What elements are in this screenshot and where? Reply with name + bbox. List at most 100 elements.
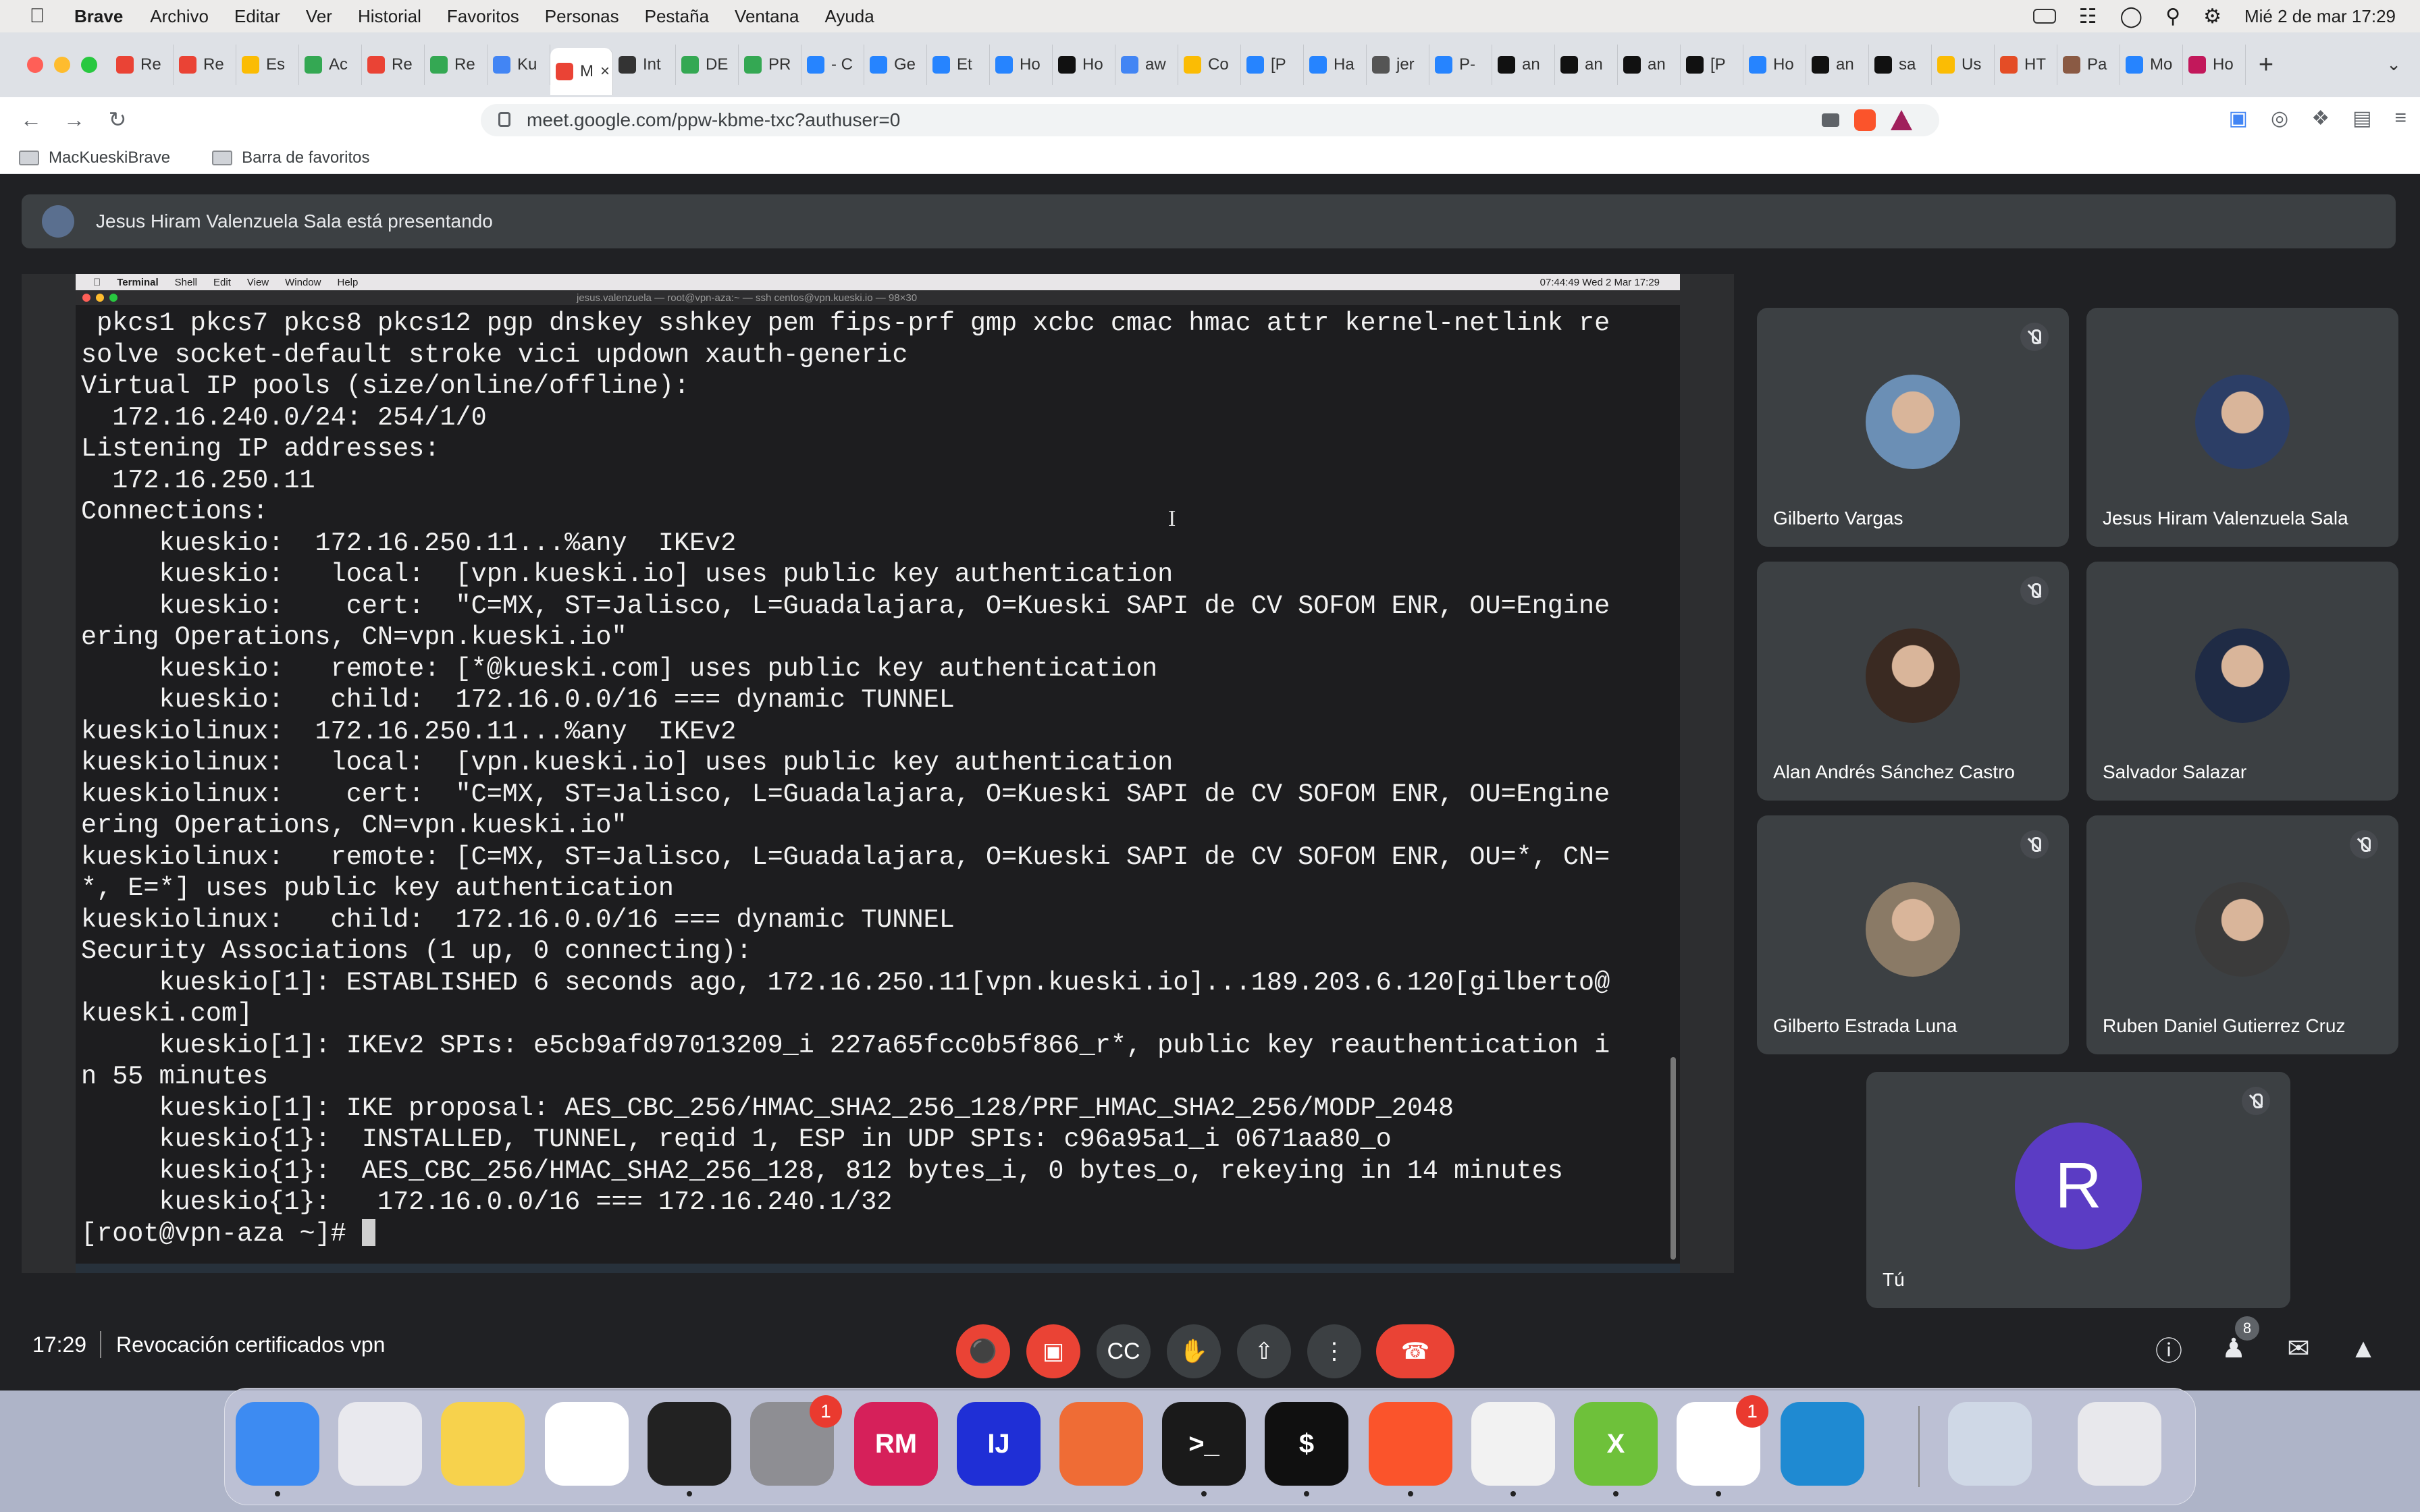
raise-hand-button[interactable]: ✋: [1167, 1324, 1221, 1378]
user-icon[interactable]: ◯: [2120, 5, 2143, 28]
browser-tab[interactable]: an: [1555, 45, 1618, 85]
browser-tab[interactable]: Ho: [1743, 45, 1806, 85]
tab-search-icon[interactable]: ⌄: [2386, 54, 2401, 75]
browser-tab[interactable]: P-: [1429, 45, 1492, 85]
translate-icon[interactable]: ▣: [2229, 107, 2248, 130]
browser-tab[interactable]: Int: [613, 45, 676, 85]
dock-app-preview-icon[interactable]: [1948, 1402, 2032, 1486]
captions-button[interactable]: CC: [1097, 1324, 1151, 1378]
browser-tab[interactable]: an: [1492, 45, 1555, 85]
menu-item[interactable]: Historial: [358, 6, 421, 26]
meeting-details-icon[interactable]: ⓘ: [2153, 1332, 2185, 1366]
browser-tab[interactable]: Re: [111, 45, 174, 85]
dock-app-launchpad-icon[interactable]: [338, 1402, 422, 1486]
menu-item[interactable]: Editar: [234, 6, 280, 26]
close-window-button[interactable]: [27, 57, 43, 73]
more-options-button[interactable]: ⋮: [1307, 1324, 1361, 1378]
browser-tab[interactable]: Ho: [990, 45, 1053, 85]
dock-app-postman-icon[interactable]: [1059, 1402, 1143, 1486]
participant-tile[interactable]: Gilberto Vargas: [1757, 308, 2069, 547]
lock-icon[interactable]: [498, 112, 510, 127]
close-tab-icon[interactable]: ×: [600, 62, 610, 81]
terminal-prompt-line[interactable]: [root@vpn-aza ~]#: [81, 1218, 1675, 1250]
control-center-icon[interactable]: ⚙: [2203, 5, 2221, 28]
participant-tile[interactable]: Alan Andrés Sánchez Castro: [1757, 562, 2069, 801]
dock-app-reminders-icon[interactable]: [545, 1402, 629, 1486]
browser-tab[interactable]: [P: [1241, 45, 1304, 85]
browser-tab[interactable]: Re: [362, 45, 425, 85]
browser-tab[interactable]: Ge: [864, 45, 927, 85]
apple-menu-icon[interactable]: : [0, 5, 74, 28]
browser-tab[interactable]: an: [1806, 45, 1869, 85]
app-name-menu[interactable]: Brave: [74, 6, 123, 27]
participant-tile[interactable]: Gilberto Estrada Luna: [1757, 815, 2069, 1054]
browser-tab[interactable]: Pa: [2057, 45, 2120, 85]
battery-icon[interactable]: [2032, 9, 2056, 24]
dock-app-iterm-icon[interactable]: $: [1265, 1402, 1348, 1496]
dock-app-brave-icon[interactable]: [1369, 1402, 1452, 1496]
browser-tab[interactable]: Mo: [2120, 45, 2183, 85]
dock-app-terminal-icon[interactable]: >_: [1162, 1402, 1246, 1496]
leave-call-button[interactable]: ☎: [1376, 1324, 1454, 1378]
bookmark-folder[interactable]: Barra de favoritos: [212, 148, 370, 167]
browser-tab[interactable]: - C: [801, 45, 864, 85]
browser-tab[interactable]: Ac: [299, 45, 362, 85]
wifi-icon[interactable]: ☷: [2079, 5, 2097, 28]
back-icon[interactable]: ←: [9, 107, 53, 132]
browser-tab[interactable]: Ha: [1304, 45, 1367, 85]
brave-shields-icon[interactable]: [1854, 109, 1876, 131]
menu-item[interactable]: Ayuda: [824, 6, 874, 26]
wallet-icon[interactable]: ▤: [2352, 107, 2371, 130]
extension-icon[interactable]: ◎: [2271, 107, 2288, 130]
dock-app-system-preferences-icon[interactable]: 1: [750, 1395, 842, 1486]
browser-tab[interactable]: [P: [1681, 45, 1743, 85]
camera-icon[interactable]: [1822, 113, 1839, 127]
dock-app-vs-code-icon[interactable]: [1781, 1402, 1864, 1486]
zoom-window-button[interactable]: [81, 57, 97, 73]
browser-tab[interactable]: Et: [927, 45, 990, 85]
present-screen-button[interactable]: ⇧: [1237, 1324, 1291, 1378]
participant-tile[interactable]: Salvador Salazar: [2086, 562, 2398, 801]
dock-app-finder-icon[interactable]: [236, 1402, 319, 1496]
new-tab-button[interactable]: +: [2246, 51, 2286, 80]
browser-tab[interactable]: Re: [425, 45, 488, 85]
menu-item[interactable]: Ventana: [735, 6, 799, 26]
menu-item[interactable]: Ver: [306, 6, 332, 26]
activities-icon[interactable]: ▲: [2347, 1332, 2379, 1365]
dock-app-chrome-icon[interactable]: [1471, 1402, 1555, 1496]
browser-tab[interactable]: Ku: [488, 45, 550, 85]
dock-app-intellij-idea-icon[interactable]: IJ: [957, 1402, 1041, 1486]
camera-off-button[interactable]: ▣: [1026, 1324, 1080, 1378]
menu-item[interactable]: Archivo: [150, 6, 209, 26]
spotlight-search-icon[interactable]: ⚲: [2165, 5, 2180, 28]
browser-tab[interactable]: HT: [1995, 45, 2057, 85]
dock-app-notes-icon[interactable]: [441, 1402, 525, 1486]
mic-off-button[interactable]: ⚫: [956, 1324, 1010, 1378]
browser-tab[interactable]: M ×: [550, 48, 613, 95]
puzzle-icon[interactable]: ❖: [2311, 107, 2330, 130]
brave-rewards-icon[interactable]: [1891, 110, 1912, 130]
menu-icon[interactable]: ≡: [2394, 107, 2406, 130]
minimize-window-button[interactable]: [54, 57, 70, 73]
chat-icon[interactable]: ✉: [2282, 1332, 2315, 1365]
menu-item[interactable]: Favoritos: [447, 6, 519, 26]
browser-tab[interactable]: jer: [1367, 45, 1429, 85]
address-bar[interactable]: meet.google.com/ppw-kbme-txc?authuser=0: [481, 104, 1939, 136]
reload-icon[interactable]: ↻: [96, 107, 139, 132]
bookmark-folder[interactable]: MacKueskiBrave: [19, 148, 170, 167]
browser-tab[interactable]: Co: [1178, 45, 1241, 85]
menu-item[interactable]: Pestaña: [645, 6, 709, 26]
menu-item[interactable]: Personas: [545, 6, 619, 26]
browser-tab[interactable]: Es: [236, 45, 299, 85]
participant-tile[interactable]: Jesus Hiram Valenzuela Sala: [2086, 308, 2398, 547]
dock-app-xmind-icon[interactable]: X: [1574, 1402, 1658, 1496]
forward-icon[interactable]: →: [53, 107, 96, 132]
dock-app-activity-monitor-icon[interactable]: [648, 1402, 731, 1496]
dock-app-slack-icon[interactable]: 1: [1677, 1395, 1768, 1496]
browser-tab[interactable]: an: [1618, 45, 1681, 85]
dock-app-rubymine-icon[interactable]: RM: [854, 1402, 938, 1486]
dock-app-trash-icon[interactable]: [2078, 1402, 2161, 1486]
browser-tab[interactable]: Re: [174, 45, 236, 85]
browser-tab[interactable]: Us: [1932, 45, 1995, 85]
browser-tab[interactable]: Ho: [1053, 45, 1115, 85]
